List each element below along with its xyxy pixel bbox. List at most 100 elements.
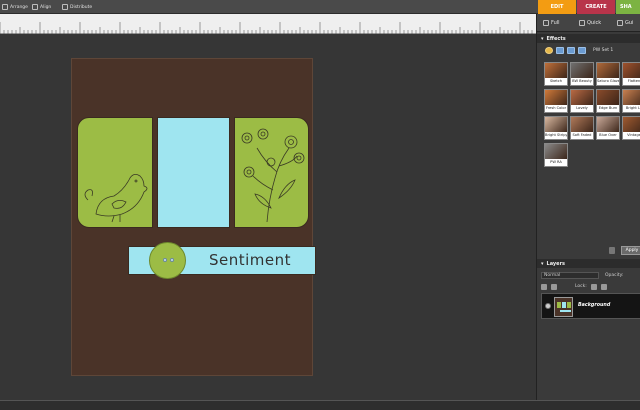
collapse-triangle-icon: ▾ [541,35,544,42]
blend-row: Normal Opacity: [541,271,640,280]
effect-thumbnail-label: Saturo Glaze [597,78,619,85]
effect-preview-image [597,90,619,106]
effect-thumbnail[interactable]: Saturo Glaze [596,62,620,86]
left-green-panel[interactable] [77,117,153,228]
effect-thumbnail[interactable]: Edge Burn [596,89,620,113]
decorative-button[interactable] [149,242,186,279]
flower-branch-icon [241,128,305,223]
lock-row: Lock: [541,282,640,291]
effect-preview-image [545,63,567,79]
effect-preview-image [571,90,593,106]
button-hole [163,258,167,262]
layer-thumb-green-right [567,302,571,308]
quick-fix-button[interactable]: Quick [579,17,601,29]
right-green-panel[interactable] [234,117,309,228]
layer-thumb-blue [562,302,566,308]
guided-edit-button[interactable]: Gui [617,17,633,29]
effect-thumbnail[interactable]: Soft Faded [570,116,594,140]
effect-preview-image [545,117,567,133]
effect-thumbnail[interactable]: Sketch [544,62,568,86]
guided-edit-icon [617,20,623,26]
canvas-workspace[interactable]: Sentiment [0,34,536,400]
effect-thumbnail-label: Sketch [545,78,567,85]
horizontal-ruler [0,14,536,34]
tab-create[interactable]: CREATE [577,0,615,14]
effect-thumbnail-label: PW RA [545,159,567,166]
collapse-triangle-icon: ▾ [541,260,544,267]
effect-preview-image [597,63,619,79]
effect-preview-image [545,90,567,106]
effect-thumbnail-label: Fresh Color [545,105,567,112]
align-button[interactable]: Align [32,3,51,11]
effect-thumbnail[interactable]: Flatten [622,62,640,86]
distribute-button[interactable]: Distribute [62,3,92,11]
effect-thumbnail-label: Flatten [623,78,640,85]
layer-row-background[interactable]: Background [541,293,640,319]
new-layer-icon[interactable] [541,283,547,290]
effect-thumbnail-label: Lovely [571,105,593,112]
quick-fix-icon [579,20,585,26]
effect-thumbnail[interactable]: Lovely [570,89,594,113]
effect-preview-image [545,144,567,160]
full-edit-button[interactable]: Full [543,17,560,29]
button-hole [170,258,174,262]
status-bar [0,400,640,410]
layers-panel-header[interactable]: ▾ Layers [537,259,640,268]
opacity-label: Opacity: [605,273,624,278]
tab-share[interactable]: SHA [616,0,640,14]
effect-thumbnail-label: BW Beauty [571,78,593,85]
effect-thumbnail[interactable]: Blue Over [596,116,620,140]
effect-preview-image [571,63,593,79]
adjustment-layer-icon[interactable] [551,283,557,290]
effect-thumbnail[interactable]: Bright Stripy [544,116,568,140]
layer-thumb-strip [560,310,571,312]
blend-mode-select[interactable]: Normal [541,272,599,279]
effect-thumbnail-label: Edge Burn [597,105,619,112]
sentiment-text[interactable]: Sentiment [209,251,291,269]
effect-preview-image [597,117,619,133]
effect-thumbnail[interactable]: Bright Le [622,89,640,113]
options-bar: Arrange Align Distribute EDIT CREATE SHA [0,0,640,14]
effect-thumbnail-label: Bright Le [623,105,640,112]
effect-thumbnail[interactable]: Vintage [622,116,640,140]
lock-all-icon[interactable] [600,283,607,290]
full-edit-icon [543,20,549,26]
layer-name: Background [578,303,611,308]
effect-thumbnail-label: Soft Faded [571,132,593,139]
effect-thumbnail[interactable]: BW Beauty [570,62,594,86]
trash-icon[interactable] [609,247,615,254]
effects-panel-header[interactable]: ▾ Effects [537,34,640,43]
lock-label: Lock: [575,284,587,289]
layer-thumb-green-left [557,302,561,308]
ruler-ticks [0,22,533,34]
effect-preview-image [623,63,640,79]
effects-set-dropdown[interactable]: PW Set 1 [593,48,613,53]
align-icon [32,4,38,10]
effect-preview-image [623,117,640,133]
effects-toolbar: PW Set 1 [537,44,640,56]
tab-edit[interactable]: EDIT [538,0,576,14]
effect-preview-image [571,117,593,133]
document-canvas[interactable]: Sentiment [71,58,316,376]
effect-preview-image [623,90,640,106]
right-panel: Full Quick Gui ▾ Effects PW Set 1 Sketch… [536,14,640,400]
edit-mode-bar: Full Quick Gui [537,14,640,32]
apply-button[interactable]: Apply [621,246,640,255]
layer-thumbnail [554,297,573,317]
arrange-button[interactable]: Arrange [2,3,28,11]
filters-icon[interactable] [545,46,553,54]
effect-thumbnail[interactable]: Fresh Color [544,89,568,113]
effect-thumbnail-label: Vintage [623,132,640,139]
photo-effects-icon[interactable] [567,46,575,54]
show-all-icon[interactable] [578,46,586,54]
effect-thumbnail-label: Bright Stripy [545,132,567,139]
effect-thumbnail-label: Blue Over [597,132,619,139]
lock-transparency-icon[interactable] [590,283,597,290]
effect-thumbnail[interactable]: PW RA [544,143,568,167]
distribute-icon [62,4,68,10]
bird-icon [84,174,148,223]
layer-styles-icon[interactable] [556,46,564,54]
arrange-icon [2,4,8,10]
visibility-eye-icon[interactable] [545,303,551,309]
middle-blue-panel[interactable] [157,117,230,228]
